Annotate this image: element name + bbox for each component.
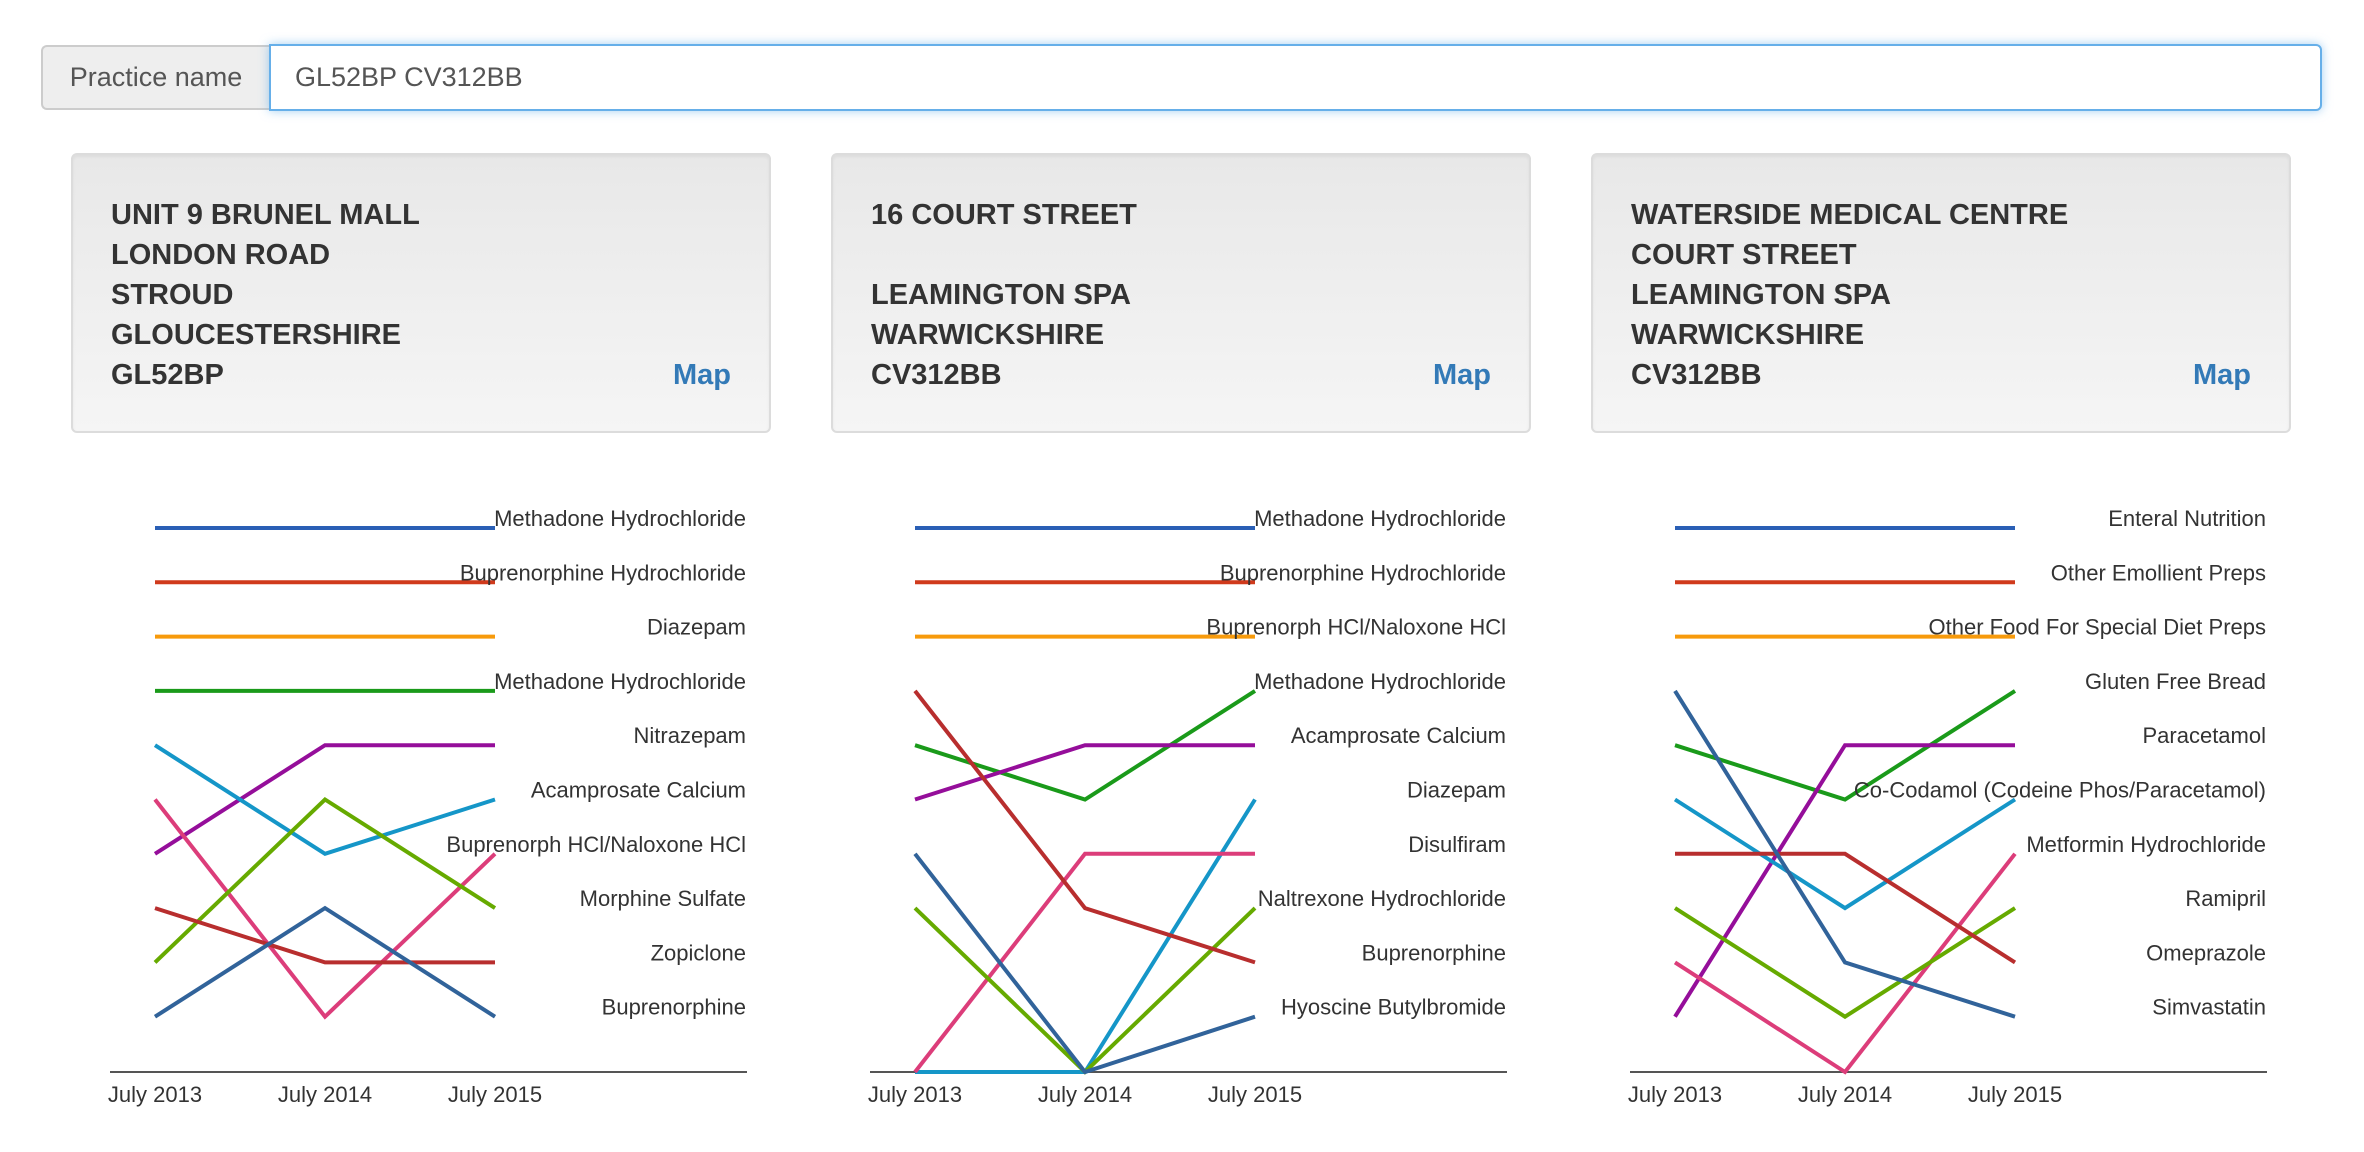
series-label: Hyoscine Butylbromide [1281, 995, 1506, 1020]
series-label: Acamprosate Calcium [1291, 723, 1506, 748]
x-tick-label: July 2013 [108, 1082, 202, 1107]
address-line: LEAMINGTON SPA [871, 279, 1131, 311]
x-tick-label: July 2014 [1798, 1082, 1892, 1107]
series-label: Paracetamol [2142, 723, 2266, 748]
slope-chart-2: July 2013 July 2014 July 2015 Methadone Hyd… [868, 506, 1507, 1107]
address-line: WATERSIDE MEDICAL CENTRE [1631, 199, 2069, 231]
series-line [913, 851, 1255, 1074]
practice-name-input[interactable] [269, 44, 2322, 111]
x-tick-label: July 2015 [1208, 1082, 1302, 1107]
practice-address: UNIT 9 BRUNEL MALL LONDON ROAD STROUD GL… [111, 195, 420, 395]
series-line [913, 906, 1257, 1075]
address-line: LEAMINGTON SPA [1631, 279, 1891, 311]
x-tick-label: July 2014 [278, 1082, 372, 1107]
practice-address: 16 COURT STREET LEAMINGTON SPA WARWICKSH… [871, 195, 1137, 395]
series-label: Buprenorphine [1362, 940, 1506, 965]
series-label: Acamprosate Calcium [531, 778, 746, 803]
series-label: Other Food For Special Diet Preps [1929, 615, 2266, 640]
series-label: Metformin Hydrochloride [2026, 832, 2266, 857]
slope-chart-1: July 2013 July 2014 July 2015 Methadone Hyd… [108, 506, 747, 1107]
practice-address: WATERSIDE MEDICAL CENTRE COURT STREET LE… [1631, 195, 2068, 395]
series-label: Other Emollient Preps [2051, 560, 2266, 585]
slope-chart-3: July 2013 July 2014 July 2015 Enteral Nutri… [1628, 506, 2267, 1107]
practice-card-1: UNIT 9 BRUNEL MALL LONDON ROAD STROUD GL… [71, 153, 771, 433]
series-label: Buprenorph HCl/Naloxone HCl [1206, 615, 1506, 640]
series-label: Methadone Hydrochloride [494, 669, 746, 694]
address-line: UNIT 9 BRUNEL MALL [111, 199, 420, 231]
series-label: Nitrazepam [634, 723, 746, 748]
series-line [913, 852, 1256, 1075]
series-label: Methadone Hydrochloride [1254, 669, 1506, 694]
series-label: Methadone Hydrochloride [494, 506, 746, 531]
series-label: Diazepam [1407, 778, 1506, 803]
series-label: Simvastatin [2152, 995, 2266, 1020]
series-label: Buprenorphine [602, 995, 746, 1020]
series-label: Disulfiram [1408, 832, 1506, 857]
address-line: LONDON ROAD [111, 239, 331, 271]
series-label: Zopiclone [651, 940, 746, 965]
series-label: Naltrexone Hydrochloride [1258, 886, 1506, 911]
map-link[interactable]: Map [2193, 355, 2251, 395]
address-line: WARWICKSHIRE [1631, 319, 1865, 351]
map-link[interactable]: Map [673, 355, 731, 395]
practice-card-2: 16 COURT STREET LEAMINGTON SPA WARWICKSH… [831, 153, 1531, 433]
series-line [915, 798, 1257, 1074]
address-line: GLOUCESTERSHIRE [111, 319, 402, 351]
address-line: WARWICKSHIRE [871, 319, 1105, 351]
series-label: Buprenorphine Hydrochloride [1220, 560, 1506, 585]
series-label: Diazepam [647, 615, 746, 640]
x-tick-label: July 2013 [868, 1082, 962, 1107]
x-tick-label: July 2013 [1628, 1082, 1722, 1107]
address-line: GL52BP [111, 359, 224, 391]
series-label: Buprenorph HCl/Naloxone HCl [446, 832, 746, 857]
map-link[interactable]: Map [1433, 355, 1491, 395]
address-line: 16 COURT STREET [871, 199, 1137, 231]
x-tick-label: July 2015 [1968, 1082, 2062, 1107]
series-label: Methadone Hydrochloride [1254, 506, 1506, 531]
series-label: Morphine Sulfate [580, 886, 746, 911]
series-line [153, 796, 497, 964]
series-label: Gluten Free Bread [2085, 669, 2266, 694]
address-line: CV312BB [1631, 359, 1762, 391]
x-tick-label: July 2015 [448, 1082, 542, 1107]
series-label: Ramipril [2185, 886, 2266, 911]
address-line: STROUD [111, 279, 234, 311]
address-line: COURT STREET [1631, 239, 1857, 271]
series-label: Enteral Nutrition [2108, 506, 2266, 531]
practice-search: Practice name [41, 44, 2322, 112]
practice-name-label: Practice name [41, 45, 269, 110]
series-label: Omeprazole [2146, 940, 2266, 965]
series-label: Buprenorphine Hydrochloride [460, 560, 746, 585]
address-line [871, 235, 1137, 275]
x-tick-label: July 2014 [1038, 1082, 1132, 1107]
series-label: Co-Codamol (Codeine Phos/Paracetamol) [1854, 778, 2266, 803]
address-line: CV312BB [871, 359, 1002, 391]
practice-card-3: WATERSIDE MEDICAL CENTRE COURT STREET LE… [1591, 153, 2291, 433]
